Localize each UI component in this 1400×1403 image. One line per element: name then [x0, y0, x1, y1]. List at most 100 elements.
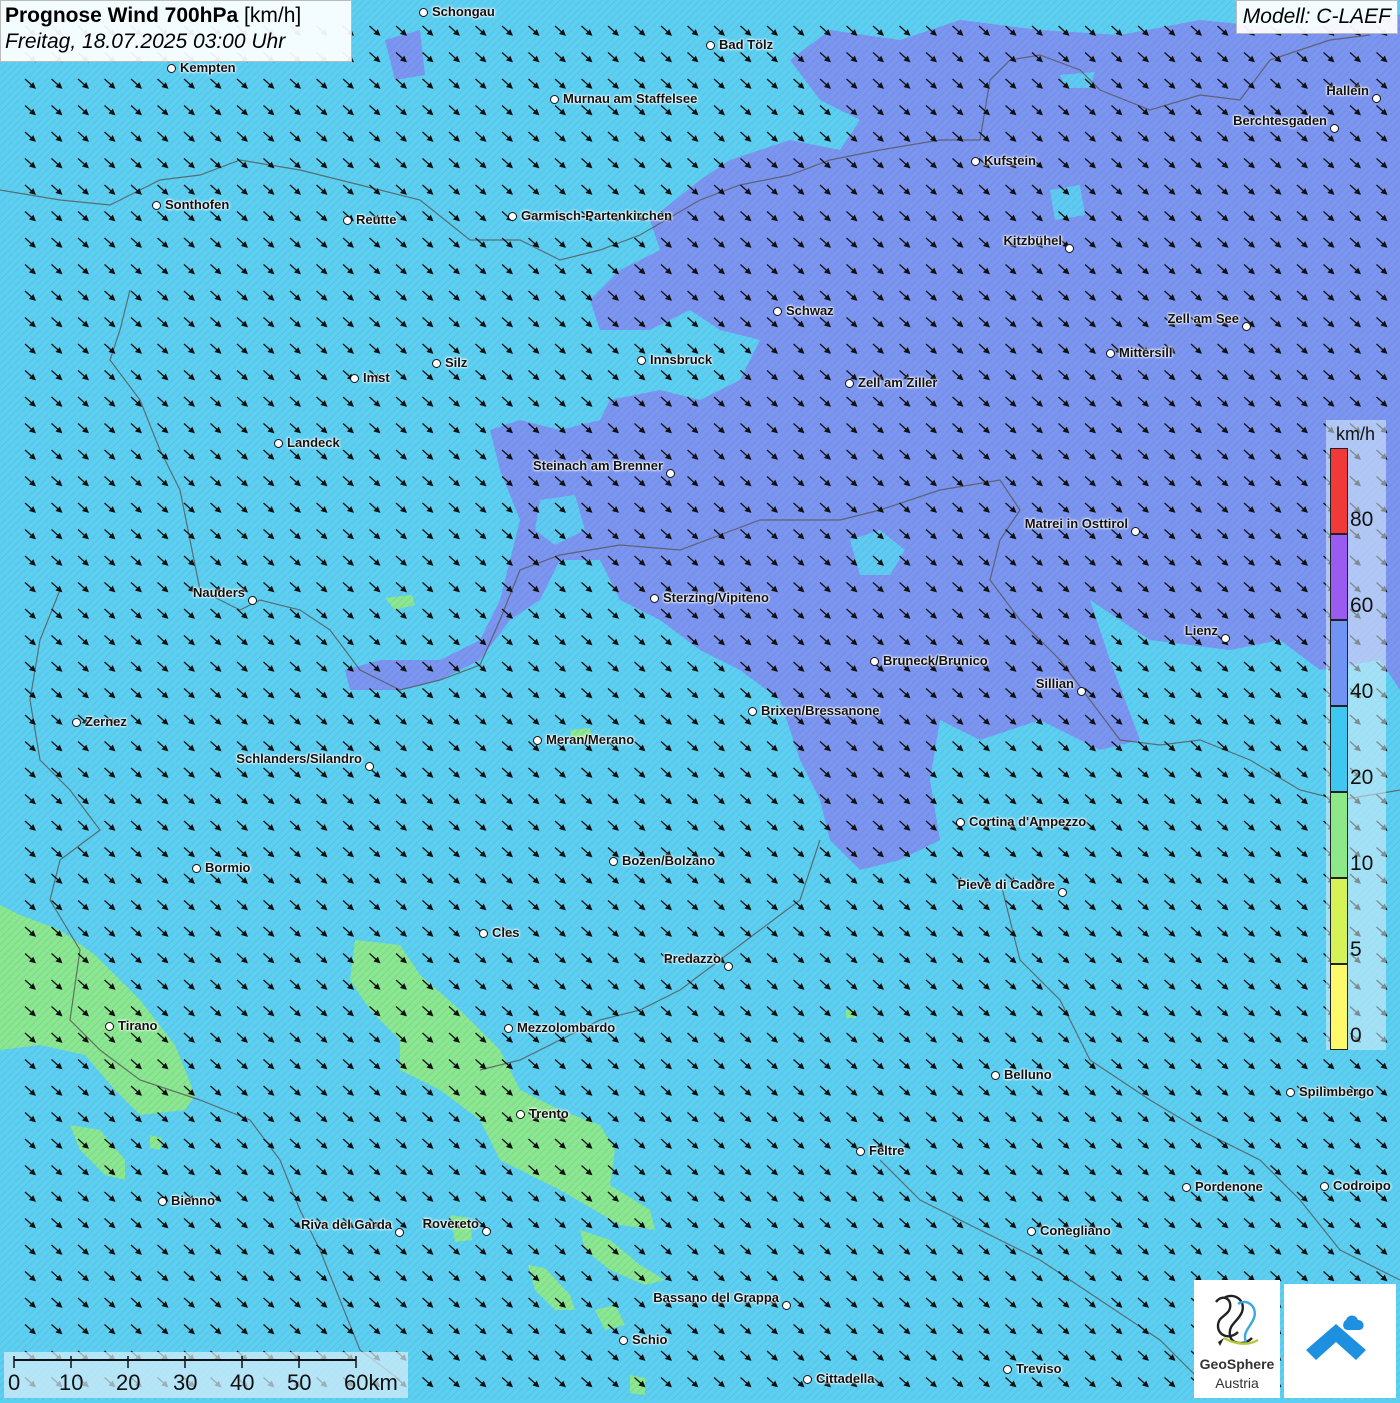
city-dot-icon — [192, 864, 201, 873]
city-label: Kitzbühel — [1003, 233, 1063, 248]
city-dot-icon — [343, 216, 352, 225]
legend-label: 20 — [1350, 766, 1374, 789]
legend-label: 80 — [1350, 508, 1374, 531]
title-box: Prognose Wind 700hPa [km/h] Freitag, 18.… — [0, 0, 352, 62]
city-label: Bienno — [171, 1193, 216, 1208]
city-dot-icon — [419, 8, 428, 17]
city-label: Mittersill — [1119, 345, 1173, 360]
city-label: Belluno — [1004, 1067, 1052, 1082]
city-label: Zell am Ziller — [858, 375, 938, 390]
city-dot-icon — [248, 596, 257, 605]
scale-label: 30 — [173, 1370, 198, 1395]
city-dot-icon — [1065, 244, 1074, 253]
city-dot-icon — [856, 1147, 865, 1156]
forecast-time: Freitag, 18.07.2025 03:00 Uhr — [5, 30, 286, 53]
city-dot-icon — [803, 1375, 812, 1384]
city-dot-icon — [1027, 1227, 1036, 1236]
city-label: Innsbruck — [650, 352, 713, 367]
city-label: Predazzo — [663, 951, 721, 966]
city-label: Conegliano — [1040, 1223, 1111, 1238]
legend-color-band — [1330, 706, 1348, 792]
city-dot-icon — [1286, 1088, 1295, 1097]
city-dot-icon — [504, 1024, 513, 1033]
app-arrow-icon — [1306, 1315, 1366, 1360]
geosphere-name: GeoSphere — [1199, 1356, 1275, 1372]
city-dot-icon — [971, 157, 980, 166]
scale-label: 20 — [116, 1370, 141, 1395]
city-label: Bozen/Bolzano — [622, 853, 716, 868]
city-dot-icon — [167, 64, 176, 73]
city-label: Garmisch-Partenkirchen — [521, 208, 673, 223]
scale-label: 60km — [344, 1370, 398, 1395]
legend-color-band — [1330, 448, 1348, 534]
city-dot-icon — [609, 857, 618, 866]
legend-label: 5 — [1350, 938, 1362, 961]
city-dot-icon — [782, 1301, 791, 1310]
city-dot-icon — [773, 307, 782, 316]
city-dot-icon — [1077, 687, 1086, 696]
legend-label: 0 — [1350, 1024, 1362, 1047]
legend-color-band — [1330, 878, 1348, 964]
city-label: Tirano — [118, 1018, 158, 1033]
city-label: Lienz — [1184, 623, 1218, 638]
city-label: Reutte — [356, 212, 397, 227]
map-title: Prognose Wind 700hPa [km/h] — [5, 4, 302, 27]
city-label: Silz — [445, 355, 468, 370]
geosphere-logo: GeoSphere Austria — [1194, 1280, 1280, 1398]
city-label: Spilimbergo — [1299, 1084, 1375, 1099]
city-dot-icon — [508, 212, 517, 221]
city-dot-icon — [1372, 94, 1381, 103]
city-label: Kufstein — [984, 153, 1036, 168]
city-dot-icon — [274, 439, 283, 448]
city-label: Mezzolombardo — [517, 1020, 616, 1035]
city-label: Schio — [632, 1332, 668, 1347]
legend-label: 10 — [1350, 852, 1374, 875]
city-label: Sterzing/Vipiteno — [663, 590, 769, 605]
city-dot-icon — [991, 1071, 1000, 1080]
city-label: Rovereto — [422, 1216, 479, 1231]
city-label: Sonthofen — [165, 197, 230, 212]
city-label: Meran/Merano — [546, 732, 635, 747]
legend-color-band — [1330, 792, 1348, 878]
city-label: Sillian — [1035, 676, 1074, 691]
city-label: Berchtesgaden — [1233, 113, 1327, 128]
city-dot-icon — [158, 1197, 167, 1206]
city-dot-icon — [365, 762, 374, 771]
city-label: Schongau — [432, 4, 495, 19]
city-label: Pordenone — [1195, 1179, 1263, 1194]
warning-app-logo — [1284, 1284, 1396, 1398]
geosphere-country: Austria — [1215, 1375, 1259, 1391]
legend-label: 60 — [1350, 594, 1374, 617]
city-label: Nauders — [192, 585, 245, 600]
city-label: Brixen/Bressanone — [761, 703, 880, 718]
city-dot-icon — [152, 201, 161, 210]
city-label: Bassano del Grappa — [653, 1290, 779, 1305]
city-dot-icon — [479, 929, 488, 938]
legend-color-band — [1330, 534, 1348, 620]
scale-label: 40 — [230, 1370, 255, 1395]
city-label: Zell am See — [1167, 311, 1239, 326]
city-dot-icon — [105, 1022, 114, 1031]
scale-label: 10 — [59, 1370, 84, 1395]
city-dot-icon — [516, 1110, 525, 1119]
color-legend: km/h 0 5 10 20 40 60 80 — [1326, 420, 1386, 1050]
city-dot-icon — [870, 657, 879, 666]
city-dot-icon — [706, 41, 715, 50]
city-label: Riva del Garda — [300, 1217, 392, 1232]
city-dot-icon — [533, 736, 542, 745]
city-dot-icon — [350, 374, 359, 383]
city-label: Bruneck/Brunico — [883, 653, 988, 668]
city-dot-icon — [724, 962, 733, 971]
city-label: Cittadella — [816, 1371, 875, 1386]
city-label: Cles — [492, 925, 520, 940]
city-dot-icon — [1058, 888, 1067, 897]
scale-bar: 0 10 20 30 40 50 60km — [4, 1352, 408, 1398]
city-label: Bad Tölz — [719, 37, 774, 52]
city-dot-icon — [432, 359, 441, 368]
city-dot-icon — [845, 379, 854, 388]
legend-unit: km/h — [1336, 424, 1376, 444]
city-dot-icon — [637, 356, 646, 365]
city-dot-icon — [1182, 1183, 1191, 1192]
scale-label: 50 — [287, 1370, 312, 1395]
city-label: Hallein — [1326, 83, 1369, 98]
